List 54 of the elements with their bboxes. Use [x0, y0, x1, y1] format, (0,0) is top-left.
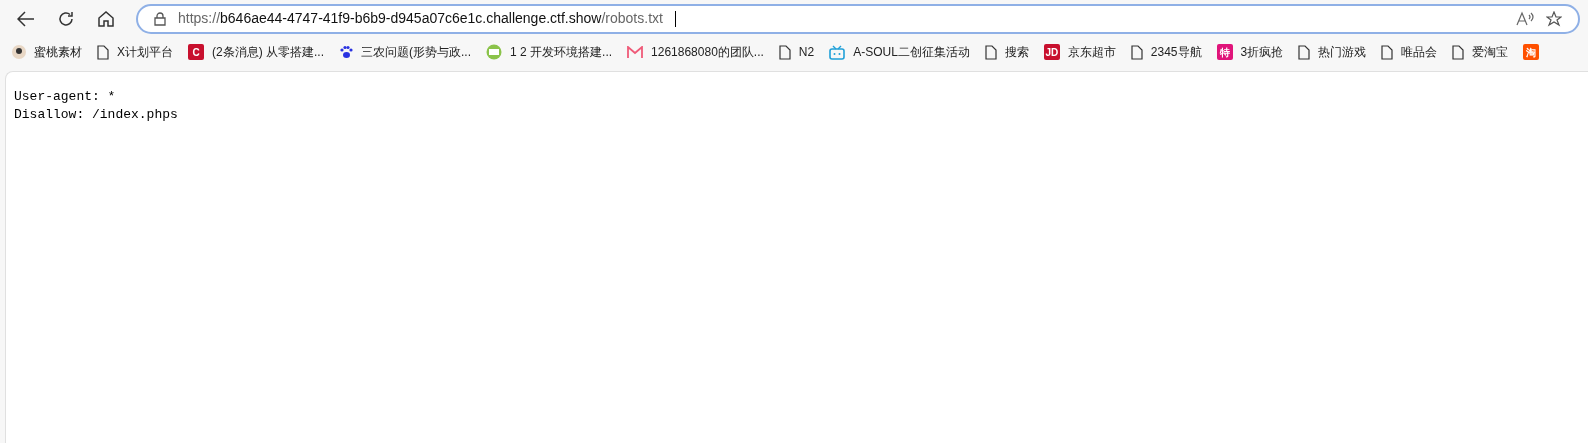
badge-icon: 特 [1216, 44, 1233, 60]
star-icon[interactable] [1546, 10, 1562, 27]
bookmark-label: A-SOUL二创征集活动 [853, 44, 970, 61]
page-icon [1130, 44, 1143, 60]
page-icon [984, 44, 997, 60]
bookmark-label: 唯品会 [1401, 44, 1438, 61]
bookmark-label: 爱淘宝 [1472, 44, 1509, 61]
bookmark-label: 热门游戏 [1318, 44, 1367, 61]
page-icon [778, 44, 791, 60]
bookmark-item[interactable]: JD 京东超市 [1043, 43, 1116, 61]
bookmark-item[interactable]: 热门游戏 [1298, 43, 1367, 61]
bookmark-item[interactable]: 唯品会 [1381, 43, 1438, 61]
bookmark-item[interactable]: 特 3折疯抢 [1216, 43, 1284, 61]
url-text: https://b646ae44-4747-41f9-b6b9-d945a07c6e1c.challenge.ctf.show/robots.txt [178, 9, 663, 28]
bookmark-label: 2345导航 [1150, 44, 1202, 61]
home-icon [97, 9, 115, 28]
bookmark-label: 三农问题(形势与政... [361, 44, 472, 61]
bookmark-label: 3折疯抢 [1240, 44, 1284, 61]
page-icon [1381, 44, 1394, 60]
bookmark-item[interactable]: 2345导航 [1130, 43, 1202, 61]
lock-icon [154, 11, 166, 26]
badge-icon: JD [1043, 44, 1060, 60]
page-icon [1452, 44, 1465, 60]
back-icon [17, 10, 35, 27]
page-icon [1298, 44, 1311, 60]
bookmark-label: X计划平台 [117, 44, 173, 61]
bookmark-label: 1 2 开发环境搭建... [510, 44, 613, 61]
bookmark-item[interactable]: 搜索 [984, 43, 1029, 61]
bookmark-label: 1261868080的团队... [651, 44, 764, 61]
text-line: User-agent: * [14, 88, 117, 106]
bookmark-item[interactable]: X计划平台 [97, 43, 173, 61]
avatar-icon [12, 45, 26, 59]
text-line: Disallow: /index.phps [14, 106, 179, 124]
page-icon [97, 44, 109, 60]
reload-icon [57, 9, 75, 28]
bookmark-item[interactable]: C (2条消息) 从零搭建... [188, 43, 325, 61]
bookmark-item[interactable]: A-SOUL二创征集活动 [829, 43, 970, 61]
bookmark-item[interactable]: 1261868080的团队... [627, 43, 764, 61]
bookmark-label: 京东超市 [1067, 44, 1116, 61]
bookmark-item[interactable]: 三农问题(形势与政... [339, 43, 472, 61]
mail-icon [627, 45, 644, 59]
badge-icon: C [188, 44, 204, 60]
bookmark-item[interactable]: 爱淘宝 [1452, 43, 1509, 61]
read-aloud-icon[interactable] [1516, 10, 1534, 27]
paw-icon [339, 45, 354, 59]
bookmark-label: N2 [798, 44, 815, 61]
bookmark-item[interactable]: N2 [778, 43, 815, 61]
bookmark-item[interactable]: 蜜桃素材 [12, 43, 82, 61]
bookmark-label: 搜索 [1004, 44, 1029, 61]
bookmark-label: 蜜桃素材 [34, 44, 82, 61]
address-bar[interactable]: https://b646ae44-4747-41f9-b6b9-d945a07c6e1c.challenge.ctf.show/robots.txt [136, 3, 1580, 34]
bookmark-item[interactable]: 1 2 开发环境搭建... [486, 43, 613, 61]
bookmark-label: (2条消息) 从零搭建... [212, 44, 325, 61]
tv-icon [829, 44, 846, 60]
